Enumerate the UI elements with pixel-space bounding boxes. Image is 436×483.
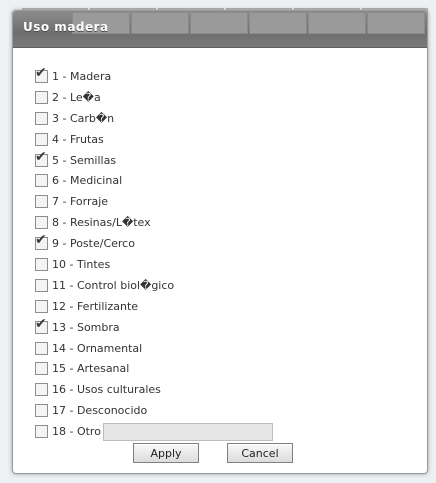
checkbox-label: 17 - Desconocido [52, 404, 148, 418]
titlebar-grid [72, 11, 425, 34]
checkbox-item[interactable]: ✔ 1 - Madera [35, 66, 427, 87]
dialog-button-row: Apply Cancel [133, 443, 293, 463]
other-text-input[interactable] [102, 422, 273, 441]
checkbox[interactable]: ✔ [35, 66, 48, 83]
checkbox-label: 18 - Otro [52, 425, 101, 439]
checkbox-label: 3 - Carb�n [52, 111, 115, 125]
checkbox[interactable] [35, 111, 48, 125]
checkbox-label: 15 - Artesanal [52, 362, 130, 376]
checkbox-item[interactable]: 12 - Fertilizante [35, 296, 427, 317]
checkbox-label: 9 - Poste/Cerco [52, 237, 135, 251]
checkbox-item[interactable]: 6 - Medicinal [35, 170, 427, 191]
checkbox-item[interactable]: 7 - Forraje [35, 191, 427, 212]
checkbox[interactable] [35, 257, 48, 271]
titlebar-cell [249, 12, 307, 34]
checkbox-item[interactable]: 2 - Le�a [35, 87, 427, 108]
checkbox-item[interactable]: 14 - Ornamental [35, 338, 427, 359]
checkbox[interactable] [35, 216, 48, 230]
checkbox[interactable] [35, 90, 48, 104]
checkmark-icon: ✔ [35, 64, 47, 81]
checkbox-item[interactable]: 18 - Otro [35, 421, 427, 442]
cancel-button[interactable]: Cancel [227, 443, 293, 463]
titlebar-cell [131, 12, 189, 34]
checkbox-label: 6 - Medicinal [52, 174, 123, 188]
checkbox[interactable] [35, 425, 48, 439]
apply-button[interactable]: Apply [133, 443, 199, 463]
checkbox-label: 1 - Madera [52, 69, 112, 83]
checkbox-label: 11 - Control biol�gico [52, 278, 175, 292]
checkbox[interactable] [35, 362, 48, 376]
checkbox-label: 14 - Ornamental [52, 341, 143, 355]
checkbox[interactable]: ✔ [35, 233, 48, 251]
checkbox-item[interactable]: 16 - Usos culturales [35, 379, 427, 400]
uso-madera-dialog: Uso madera ✔ 1 - Madera 2 - Le�a 3 - Carb�n… [12, 10, 428, 474]
checkbox[interactable] [35, 404, 48, 418]
checkbox-item[interactable]: ✔ 5 - Semillas [35, 150, 427, 171]
checkbox[interactable] [35, 341, 48, 355]
checkbox-item[interactable]: 10 - Tintes [35, 254, 427, 275]
checkbox-label: 5 - Semillas [52, 153, 117, 167]
checkbox-item[interactable]: 15 - Artesanal [35, 358, 427, 379]
checkbox-label: 13 - Sombra [52, 320, 120, 334]
checkbox-label: 8 - Resinas/L�tex [52, 216, 151, 230]
checkbox[interactable] [35, 299, 48, 313]
checkbox[interactable]: ✔ [35, 150, 48, 167]
dialog-title: Uso madera [23, 20, 109, 34]
checkbox[interactable] [35, 278, 48, 292]
checkbox-label: 7 - Forraje [52, 195, 109, 209]
checkbox-item[interactable]: 4 - Frutas [35, 129, 427, 150]
checkbox-item[interactable]: ✔ 13 - Sombra [35, 317, 427, 338]
titlebar-cell [190, 12, 248, 34]
checkbox-label: 16 - Usos culturales [52, 383, 161, 397]
checkbox[interactable] [35, 195, 48, 209]
dialog-titlebar[interactable]: Uso madera [13, 11, 427, 48]
uso-checkbox-list: ✔ 1 - Madera 2 - Le�a 3 - Carb�n 4 - Frutas ✔… [13, 48, 427, 442]
checkmark-icon: ✔ [35, 232, 47, 249]
checkbox[interactable] [35, 383, 48, 397]
checkbox-label: 4 - Frutas [52, 132, 104, 146]
checkbox-label: 2 - Le�a [52, 90, 101, 104]
titlebar-cell [308, 12, 366, 34]
checkbox[interactable] [35, 174, 48, 188]
checkbox[interactable]: ✔ [35, 317, 48, 334]
checkbox-item[interactable]: 11 - Control biol�gico [35, 275, 427, 296]
checkbox-label: 12 - Fertilizante [52, 299, 139, 313]
checkbox-label: 10 - Tintes [52, 257, 111, 271]
checkbox-item[interactable]: ✔ 9 - Poste/Cerco [35, 233, 427, 254]
checkmark-icon: ✔ [35, 315, 47, 332]
checkbox-item[interactable]: 3 - Carb�n [35, 108, 427, 129]
checkmark-icon: ✔ [35, 148, 47, 165]
checkbox-item[interactable]: 17 - Desconocido [35, 400, 427, 421]
checkbox-item[interactable]: 8 - Resinas/L�tex [35, 212, 427, 233]
checkbox[interactable] [35, 132, 48, 146]
titlebar-cell [367, 12, 425, 34]
